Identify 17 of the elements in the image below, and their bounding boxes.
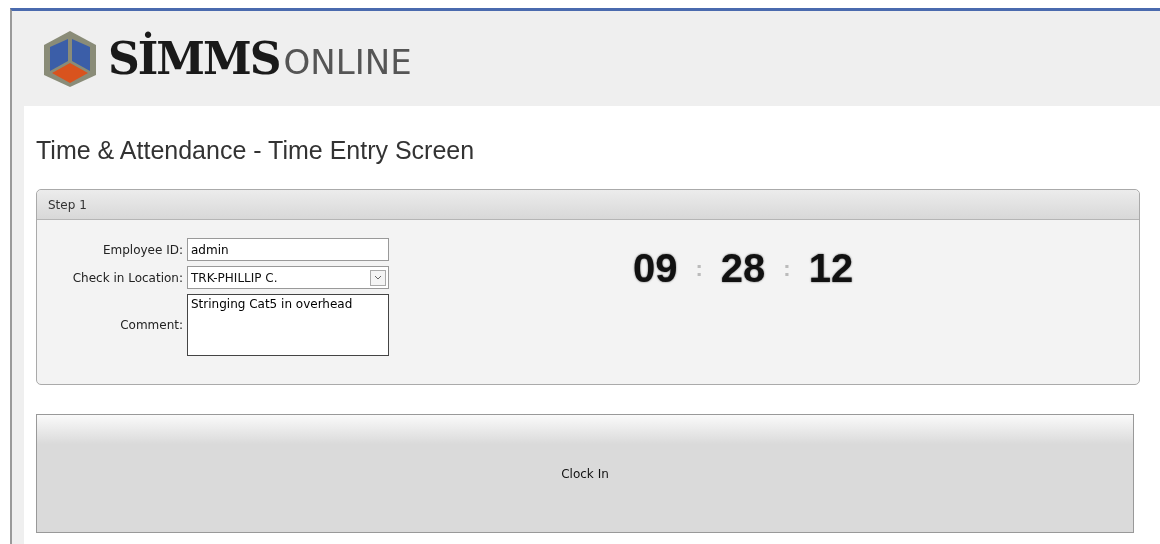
panel-title: Step 1 — [48, 197, 87, 212]
field-label: Employee ID: — [101, 242, 183, 257]
logo-brand: SİMMS — [108, 33, 280, 84]
comment-field[interactable]: Stringing Cat5 in overhead — [187, 294, 389, 356]
location-dropdown[interactable]: TRK-PHILLIP C. — [187, 266, 389, 289]
clock-seconds: 12 — [808, 246, 854, 291]
clock-separator: : — [783, 255, 791, 282]
input-field[interactable]: admin — [187, 238, 389, 261]
page-title: Time & Attendance - Time Entry Screen — [36, 136, 476, 165]
clock-in-button[interactable]: Clock In — [36, 414, 1134, 533]
caret-icon — [370, 269, 386, 286]
clock-minutes: 28 — [720, 246, 766, 291]
clock-hours: 09 — [633, 246, 678, 291]
logo-suffix: ONLINE — [283, 42, 412, 82]
field-label: Check in Location: — [71, 270, 183, 285]
field-label: Comment: — [119, 318, 183, 332]
clock-separator: : — [695, 255, 703, 282]
